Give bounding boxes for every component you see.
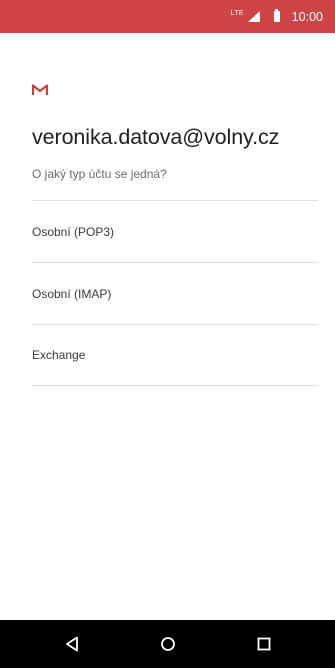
recents-square-icon[interactable] (252, 632, 276, 656)
option-personal-imap[interactable]: Osobní (IMAP) (32, 262, 318, 324)
option-label: Osobní (POP3) (32, 224, 115, 239)
option-personal-pop3[interactable]: Osobní (POP3) (32, 200, 318, 262)
battery-icon (273, 9, 280, 22)
account-email: veronika.datova@volny.cz (32, 125, 280, 149)
status-icons: LTE 10:00 (231, 0, 323, 33)
home-circle-icon[interactable] (156, 632, 180, 656)
status-bar: LTE 10:00 (0, 0, 335, 33)
back-triangle-icon[interactable] (60, 632, 84, 656)
status-time: 10:00 (291, 9, 323, 24)
navigation-bar (0, 620, 335, 668)
screen: LTE 10:00 veronika.datova@volny.cz O jak… (0, 0, 335, 668)
account-type-question: O jaký typ účtu se jedná? (32, 167, 167, 181)
option-exchange[interactable]: Exchange (32, 324, 318, 386)
option-label: Osobní (IMAP) (32, 286, 112, 301)
network-type-label: LTE (230, 10, 244, 17)
account-type-list: Osobní (POP3) Osobní (IMAP) Exchange (32, 200, 318, 386)
signal-icon (247, 11, 260, 22)
option-label: Exchange (32, 348, 86, 362)
gmail-m-icon (31, 83, 49, 101)
